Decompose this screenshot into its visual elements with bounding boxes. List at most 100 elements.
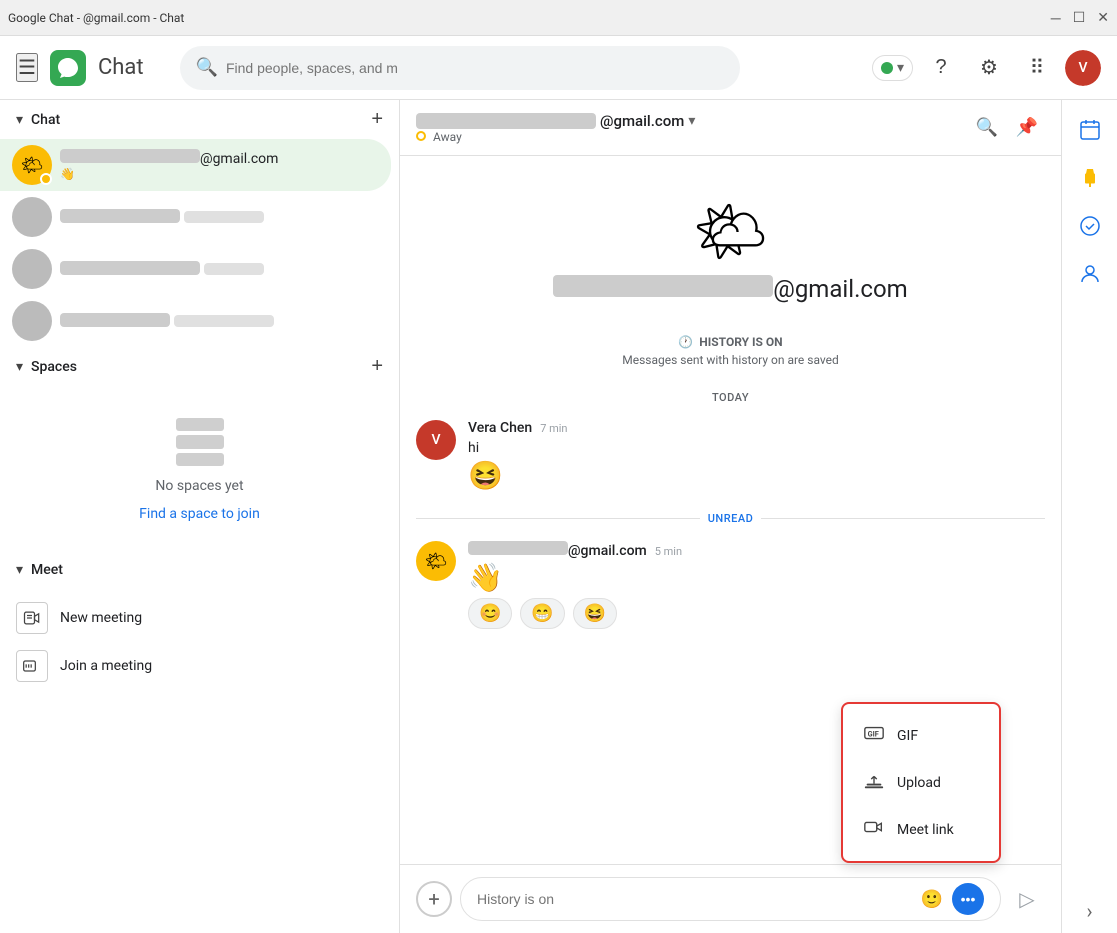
spaces-add-button[interactable]: + bbox=[371, 355, 383, 378]
history-label: HISTORY IS ON bbox=[699, 335, 782, 349]
chat-item-2[interactable] bbox=[0, 243, 391, 295]
away-status-circle bbox=[416, 131, 426, 141]
titlebar-controls: ─ ☐ ✕ bbox=[1051, 9, 1109, 26]
gif-label: GIF bbox=[897, 728, 918, 744]
reaction-3[interactable]: 😆 bbox=[573, 598, 617, 629]
my-message-body: @gmail.com 5 min 👋 😊 😁 😆 bbox=[468, 541, 1045, 629]
chat-section-header[interactable]: ▾ Chat + bbox=[0, 100, 399, 139]
gif-menu-item[interactable]: GIF GIF bbox=[843, 712, 999, 759]
search-icon: 🔍 bbox=[196, 57, 218, 78]
menu-button[interactable]: ☰ bbox=[16, 53, 38, 82]
grid-cell-2 bbox=[176, 435, 224, 448]
grid-cell-3 bbox=[176, 453, 224, 466]
sidebar: ▾ Chat + 🌤 @gmail.com 👋 bbox=[0, 100, 400, 933]
chat-center-info: 🌤 @gmail.com bbox=[416, 172, 1045, 319]
history-line: 🕐 HISTORY IS ON bbox=[678, 335, 782, 349]
find-space-link[interactable]: Find a space to join bbox=[139, 506, 260, 522]
date-divider: TODAY bbox=[416, 391, 1045, 404]
chat-name-active: @gmail.com bbox=[60, 149, 379, 167]
history-notice: 🕐 HISTORY IS ON Messages sent with histo… bbox=[416, 335, 1045, 367]
upload-menu-item[interactable]: Upload bbox=[843, 759, 999, 806]
user-avatar[interactable]: V bbox=[1065, 50, 1101, 86]
chat-item-3[interactable] bbox=[0, 295, 391, 347]
more-options-button[interactable]: ••• bbox=[952, 883, 984, 915]
spaces-section-header[interactable]: ▾ Spaces + bbox=[0, 347, 399, 386]
apps-button[interactable]: ⠿ bbox=[1017, 48, 1057, 88]
emoji-button[interactable]: 🙂 bbox=[916, 883, 948, 915]
spaces-section-title: Spaces bbox=[31, 359, 371, 375]
chat-input-box: 🙂 ••• bbox=[460, 877, 1001, 921]
calendar-icon-btn[interactable] bbox=[1068, 108, 1112, 152]
unread-divider: UNREAD bbox=[416, 512, 1045, 525]
status-text: Away bbox=[433, 130, 462, 144]
join-meeting-item[interactable]: Join a meeting bbox=[0, 642, 399, 690]
spaces-grid-icon bbox=[176, 418, 224, 466]
send-button[interactable]: ▷ bbox=[1009, 881, 1045, 917]
chat-header-actions: 🔍 📌 bbox=[969, 110, 1045, 146]
unread-line-right bbox=[761, 518, 1045, 519]
my-email-blur bbox=[468, 541, 568, 555]
chat-item-1[interactable] bbox=[0, 191, 391, 243]
keep-icon-btn[interactable] bbox=[1068, 156, 1112, 200]
status-dot bbox=[881, 62, 893, 74]
history-clock-icon: 🕐 bbox=[678, 335, 693, 349]
unread-line-left bbox=[416, 518, 700, 519]
minimize-button[interactable]: ─ bbox=[1051, 9, 1061, 26]
header-name-blur bbox=[416, 113, 596, 129]
vera-time: 7 min bbox=[540, 422, 567, 435]
blurred-avatar-1 bbox=[12, 197, 52, 237]
blurred-preview-3 bbox=[174, 315, 274, 327]
meet-link-label: Meet link bbox=[897, 822, 954, 838]
chat-logo bbox=[50, 50, 86, 86]
status-button[interactable]: ▾ bbox=[872, 55, 913, 81]
reaction-2[interactable]: 😁 bbox=[520, 598, 564, 629]
maximize-button[interactable]: ☐ bbox=[1073, 9, 1086, 26]
search-messages-button[interactable]: 🔍 bbox=[969, 110, 1005, 146]
sun-emoji: 🌤 bbox=[692, 196, 768, 267]
my-message: 🌤 @gmail.com 5 min 👋 😊 😁 😆 bbox=[416, 541, 1045, 629]
search-input[interactable] bbox=[226, 60, 724, 76]
pin-button[interactable]: 📌 bbox=[1009, 110, 1045, 146]
body-container: ▾ Chat + 🌤 @gmail.com 👋 bbox=[0, 100, 1117, 933]
svg-text:GIF: GIF bbox=[868, 730, 879, 739]
chat-status-indicator bbox=[40, 173, 52, 185]
right-sidebar: › bbox=[1061, 100, 1117, 933]
blurred-avatar-2 bbox=[12, 249, 52, 289]
upload-icon bbox=[863, 769, 885, 796]
grid-cell-1 bbox=[176, 418, 224, 431]
chat-chevron-icon: ▾ bbox=[16, 112, 23, 128]
my-avatar: 🌤 bbox=[416, 541, 456, 581]
chat-input[interactable] bbox=[477, 891, 908, 907]
chat-item-active[interactable]: 🌤 @gmail.com 👋 bbox=[0, 139, 391, 191]
new-meeting-label: New meeting bbox=[60, 610, 142, 626]
meet-link-menu-item[interactable]: Meet link bbox=[843, 806, 999, 853]
tasks-icon-btn[interactable] bbox=[1068, 204, 1112, 248]
reaction-1[interactable]: 😊 bbox=[468, 598, 512, 629]
search-bar[interactable]: 🔍 bbox=[180, 46, 740, 90]
vera-text: hi bbox=[468, 438, 1045, 459]
chat-header: @gmail.com ▾ Away 🔍 📌 bbox=[400, 100, 1061, 156]
expand-arrow-container: › bbox=[1068, 889, 1112, 933]
meet-section-header[interactable]: ▾ Meet bbox=[0, 554, 399, 586]
chat-info-3 bbox=[60, 312, 379, 331]
chat-header-name: @gmail.com ▾ bbox=[416, 112, 961, 130]
email-blur bbox=[553, 275, 773, 297]
vera-emoji: 😆 bbox=[468, 459, 1045, 492]
new-meeting-item[interactable]: New meeting bbox=[0, 594, 399, 642]
close-button[interactable]: ✕ bbox=[1097, 9, 1109, 26]
expand-panel-button[interactable]: › bbox=[1068, 889, 1112, 933]
my-message-time: 5 min bbox=[655, 545, 682, 558]
chat-add-button[interactable]: + bbox=[371, 108, 383, 131]
reaction-row: 😊 😁 😆 bbox=[468, 598, 1045, 629]
settings-button[interactable]: ⚙ bbox=[969, 48, 1009, 88]
spaces-empty-state: No spaces yet Find a space to join bbox=[0, 386, 399, 554]
main-chat: @gmail.com ▾ Away 🔍 📌 🌤 bbox=[400, 100, 1061, 933]
user-email-display: @gmail.com bbox=[553, 275, 907, 303]
blurred-preview-2 bbox=[204, 263, 264, 275]
contacts-icon-btn[interactable] bbox=[1068, 252, 1112, 296]
chat-input-area: + 🙂 ••• ▷ GIF GIF bbox=[400, 864, 1061, 933]
add-attachment-button[interactable]: + bbox=[416, 881, 452, 917]
help-button[interactable]: ? bbox=[921, 48, 961, 88]
spaces-empty-label: No spaces yet bbox=[155, 478, 243, 494]
upload-label: Upload bbox=[897, 775, 941, 791]
